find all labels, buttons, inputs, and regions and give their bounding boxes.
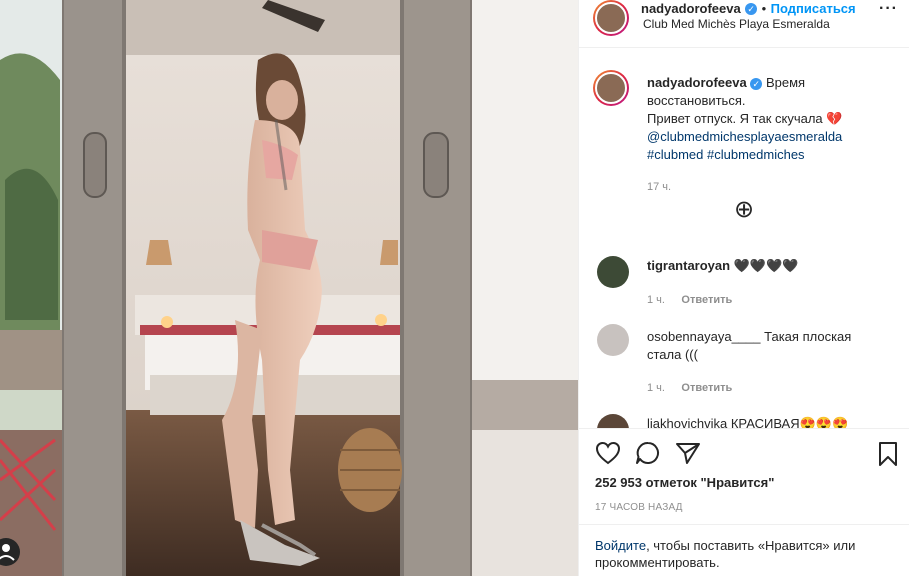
comment: osobennayaya____ Такая плоская стала ((( (647, 328, 887, 364)
comment-username[interactable]: osobennayaya____ (647, 329, 761, 344)
verified-icon: ✓ (750, 77, 763, 90)
author-avatar[interactable] (593, 0, 629, 36)
post-photo[interactable] (0, 0, 578, 576)
caption-text-3: Привет отпуск. Я так скучала (647, 111, 823, 126)
caption-username[interactable]: nadyadorofeeva (647, 75, 747, 90)
comment-icon[interactable] (635, 441, 661, 465)
share-icon[interactable] (675, 441, 701, 465)
more-options-icon[interactable]: ··· (879, 0, 898, 18)
broken-heart-icon: 💔 (826, 111, 843, 126)
location-link[interactable]: Club Med Michès Playa Esmeralda (643, 17, 830, 31)
like-icon[interactable] (595, 441, 621, 465)
verified-icon: ✓ (745, 2, 758, 15)
post-panel: nadyadorofeeva ✓ • Подписаться Club Med … (578, 0, 909, 576)
comment-text: 🖤🖤🖤🖤 (733, 258, 799, 273)
post-header: nadyadorofeeva ✓ • Подписаться Club Med … (579, 0, 909, 48)
login-link[interactable]: Войдите (595, 538, 646, 553)
author-username[interactable]: nadyadorofeeva (641, 1, 741, 16)
comment-partial: liakhovichvika КРАСИВАЯ😍😍😍 (579, 410, 909, 428)
comment-avatar[interactable] (597, 324, 629, 356)
caption-text-1: Время (765, 75, 806, 90)
caption-time: 17 ч. (647, 181, 672, 193)
caption-text-2: восстановиться. (647, 93, 746, 108)
caption-mention[interactable]: @clubmedmichesplayaesmeralda (647, 128, 897, 146)
follow-button[interactable]: Подписаться (771, 1, 856, 16)
reply-button[interactable]: Ответить (681, 294, 732, 306)
separator-dot: • (761, 1, 767, 16)
posted-time: 17 ЧАСОВ НАЗАД (595, 502, 683, 513)
caption: nadyadorofeeva ✓ Время восстановиться. П… (647, 74, 897, 196)
reply-button[interactable]: Ответить (681, 382, 732, 394)
comment-username[interactable]: liakhovichvika (647, 416, 727, 428)
comment-avatar[interactable] (597, 256, 629, 288)
login-prompt: Войдите, чтобы поставить «Нравится» или … (579, 524, 909, 577)
save-bookmark-icon[interactable] (877, 441, 899, 467)
caption-hashtag[interactable]: #clubmed (647, 147, 703, 162)
comment-time: 1 ч. (647, 294, 665, 306)
comment: tigrantaroyan 🖤🖤🖤🖤 (647, 258, 798, 274)
comment-text: КРАСИВАЯ😍😍😍 (730, 416, 849, 428)
load-more-comments-icon[interactable]: ⊕ (734, 198, 754, 222)
comment-time: 1 ч. (647, 382, 665, 394)
caption-avatar[interactable] (593, 70, 629, 106)
caption-hashtag[interactable]: #clubmedmiches (707, 147, 805, 162)
photo-illustration (0, 0, 578, 576)
likes-count[interactable]: 252 953 отметок "Нравится" (595, 475, 774, 490)
comment-username[interactable]: tigrantaroyan (647, 258, 730, 273)
comment-avatar[interactable] (597, 414, 629, 428)
action-bar: 252 953 отметок "Нравится" 17 ЧАСОВ НАЗА… (579, 428, 909, 513)
